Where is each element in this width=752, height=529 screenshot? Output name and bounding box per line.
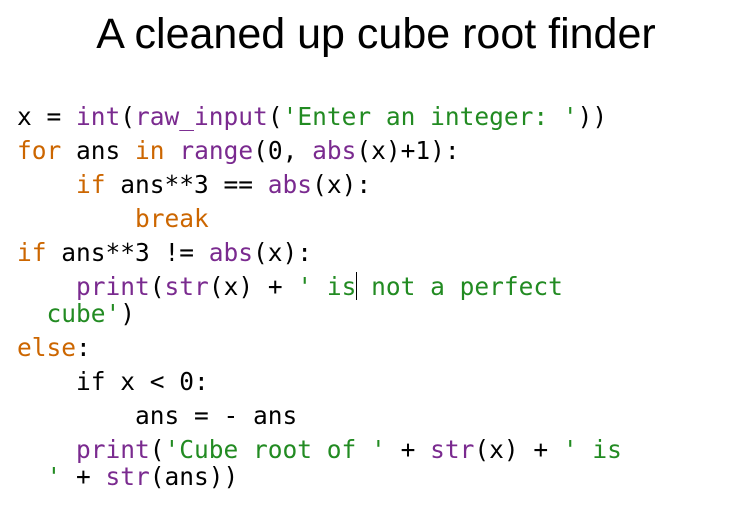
code-token: (0, [253, 136, 313, 165]
code-block[interactable]: x = int(raw_input('Enter an integer: '))… [17, 100, 622, 494]
code-line: cube') [17, 297, 622, 331]
code-token: ' is [562, 435, 622, 464]
code-token: abs [267, 170, 313, 199]
slide-title: A cleaned up cube root finder [96, 10, 656, 58]
code-token: x = [17, 102, 77, 131]
code-token: + [61, 462, 106, 491]
code-line: print('Cube root of ' + str(x) + ' is [17, 433, 622, 464]
code-token: (ans)) [149, 462, 239, 491]
code-line: if x < 0: [17, 365, 622, 399]
code-token: (x)+1): [356, 136, 460, 165]
code-token: if [17, 238, 47, 267]
code-token: for [17, 136, 62, 165]
code-token: )) [577, 102, 608, 131]
code-token: break [135, 204, 209, 233]
code-token: cube' [17, 299, 121, 328]
code-token: str [164, 272, 209, 301]
code-token: (x): [253, 238, 313, 267]
code-token: 'Enter an integer: ' [282, 102, 578, 131]
code-token: ans**3 != [46, 238, 209, 267]
code-token: if x < 0: [17, 367, 209, 396]
code-token: (x) + [208, 272, 298, 301]
code-token: else [17, 333, 77, 362]
code-line: if ans**3 != abs(x): [17, 236, 622, 270]
code-token: ans [61, 136, 136, 165]
code-token: ' [17, 462, 62, 491]
code-token: (x): [312, 170, 372, 199]
code-token: range [179, 136, 254, 165]
code-token: int [76, 102, 121, 131]
code-line: print(str(x) + ' is not a perfect [17, 270, 622, 301]
code-line: x = int(raw_input('Enter an integer: ')) [17, 100, 622, 134]
code-line: for ans in range(0, abs(x)+1): [17, 134, 622, 168]
code-token: in [135, 136, 165, 165]
code-token: ' is [297, 272, 357, 301]
code-line: break [17, 202, 622, 236]
code-token: raw_input [135, 102, 268, 131]
code-token: abs [312, 136, 357, 165]
code-token: abs [208, 238, 254, 267]
code-token: ans = - ans [17, 401, 298, 430]
code-token: (x) + [474, 435, 563, 464]
code-token: : [76, 333, 91, 362]
code-token: ( [149, 272, 165, 301]
code-token: str [105, 462, 150, 491]
code-token: if [76, 170, 106, 199]
code-token: ans**3 == [105, 170, 268, 199]
code-line: else: [17, 331, 622, 365]
code-token: ) [120, 299, 136, 328]
code-token: ( [267, 102, 283, 131]
code-line: ' + str(ans)) [17, 460, 622, 494]
code-token: str [430, 435, 475, 464]
code-token: + [385, 435, 431, 464]
code-token: ( [120, 102, 136, 131]
code-line: ans = - ans [17, 399, 622, 433]
code-line: if ans**3 == abs(x): [17, 168, 622, 202]
code-token: not a perfect [356, 272, 563, 301]
